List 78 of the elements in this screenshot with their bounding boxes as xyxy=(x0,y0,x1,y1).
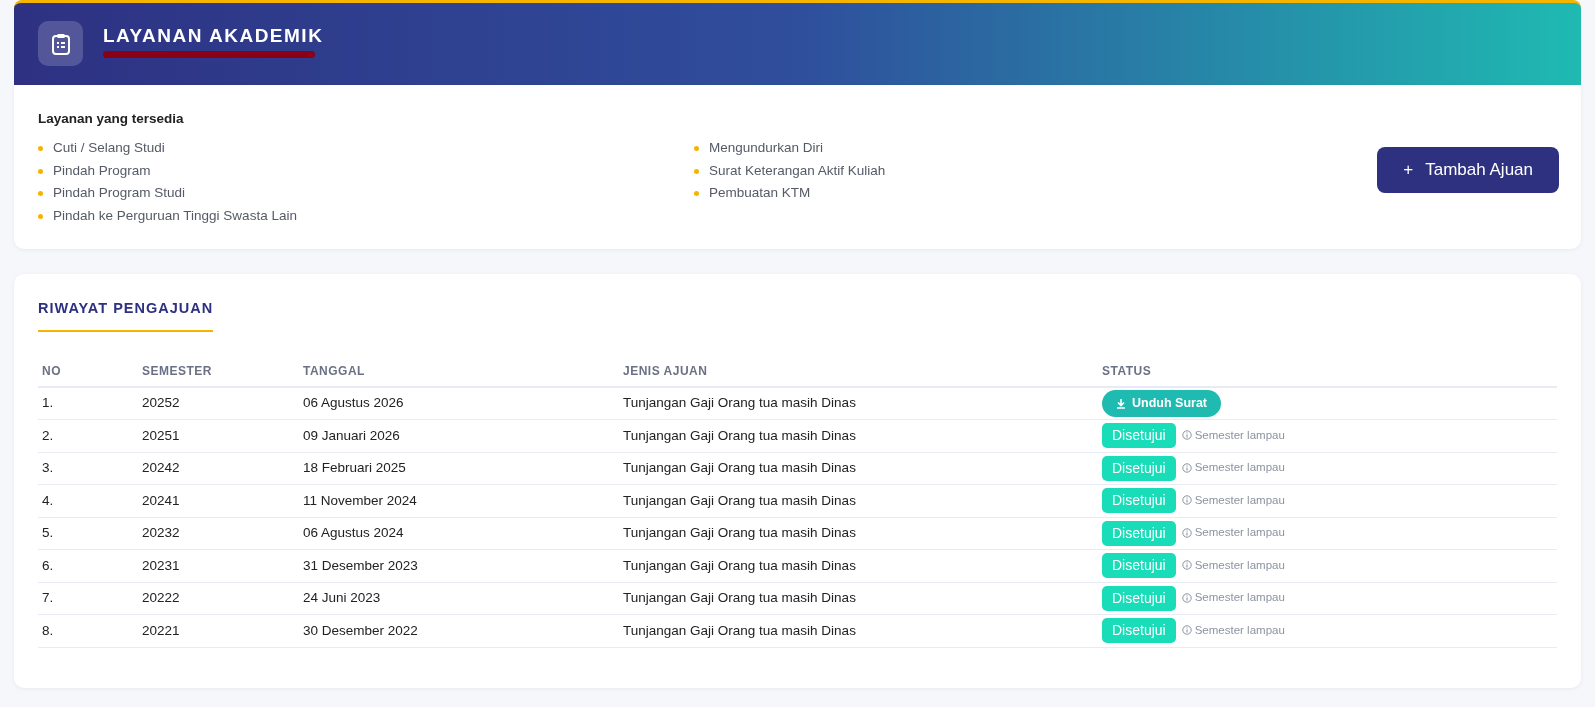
table-cell: 2. xyxy=(42,427,54,443)
table-cell: 7. xyxy=(42,590,54,606)
status-note: Semester lampau xyxy=(1194,590,1285,606)
table-cell: 8. xyxy=(42,622,54,638)
bullet-icon xyxy=(694,146,699,151)
table-cell: 20242 xyxy=(142,460,180,476)
bullet-icon xyxy=(38,168,43,174)
table-cell: Tunjangan Gaji Orang tua masih Dinas xyxy=(623,492,856,508)
table-cell: Tunjangan Gaji Orang tua masih Dinas xyxy=(623,590,856,606)
status-badge: Disetujui xyxy=(1102,585,1176,611)
table-cell: 11 November 2024 xyxy=(303,492,417,508)
table-cell: Tunjangan Gaji Orang tua masih Dinas xyxy=(623,525,856,541)
info-icon xyxy=(1181,560,1192,571)
table-cell: Tunjangan Gaji Orang tua masih Dinas xyxy=(623,622,856,638)
table-cell: Tunjangan Gaji Orang tua masih Dinas xyxy=(623,557,856,573)
status-badge: Disetujui xyxy=(1102,520,1176,546)
table-cell: 20222 xyxy=(142,590,180,606)
table-cell: 4. xyxy=(42,492,54,508)
table-cell: 3. xyxy=(42,460,54,476)
bullet-icon xyxy=(694,168,699,174)
table-cell: 30 Desember 2022 xyxy=(303,622,418,638)
section-title: RIWAYAT PENGAJUAN xyxy=(38,296,214,332)
status-badge: Disetujui xyxy=(1102,553,1176,579)
table-cell: 18 Februari 2025 xyxy=(303,460,406,476)
bullet-icon xyxy=(38,191,43,196)
table-cell: 06 Agustus 2024 xyxy=(303,525,404,541)
info-icon xyxy=(1181,462,1192,473)
table-cell: 1. xyxy=(42,395,54,411)
table-cell: 20231 xyxy=(142,557,180,573)
service-item: Cuti / Selang Studi xyxy=(53,139,165,158)
service-item: Pindah ke Perguruan Tinggi Swasta Lain xyxy=(53,206,297,225)
clipboard-icon xyxy=(38,21,83,66)
table-cell: 31 Desember 2023 xyxy=(303,557,418,573)
status-note: Semester lampau xyxy=(1194,622,1285,638)
status-badge: Disetujui xyxy=(1102,488,1176,514)
download-icon xyxy=(1116,398,1126,409)
table-cell: 06 Agustus 2026 xyxy=(303,395,404,411)
table-cell: 20251 xyxy=(142,427,180,443)
status-note: Semester lampau xyxy=(1194,525,1285,541)
page-title: LAYANAN AKADEMIK xyxy=(103,25,324,48)
service-item: Pembuatan KTM xyxy=(709,184,811,203)
table-cell: 6. xyxy=(42,557,54,573)
table-cell: 09 Januari 2026 xyxy=(303,427,400,443)
table-cell: Tunjangan Gaji Orang tua masih Dinas xyxy=(623,427,856,443)
status-badge: Disetujui xyxy=(1102,618,1176,644)
status-note: Semester lampau xyxy=(1194,427,1285,443)
column-header: JENIS AJUAN xyxy=(619,356,1098,387)
status-badge: Disetujui xyxy=(1102,455,1176,481)
status-note: Semester lampau xyxy=(1194,460,1285,476)
info-icon xyxy=(1181,527,1192,538)
info-icon xyxy=(1181,495,1192,506)
column-header: STATUS xyxy=(1098,356,1557,387)
status-badge: Disetujui xyxy=(1102,423,1176,449)
info-icon xyxy=(1181,430,1192,441)
table-cell: 5. xyxy=(42,525,54,541)
info-icon xyxy=(1181,592,1192,603)
column-header: TANGGAL xyxy=(299,356,619,387)
status-note: Semester lampau xyxy=(1194,557,1285,573)
table-cell: Tunjangan Gaji Orang tua masih Dinas xyxy=(623,460,856,476)
bullet-icon xyxy=(694,191,699,196)
section-heading: Layanan yang tersedia xyxy=(38,110,185,128)
table-cell: 20221 xyxy=(142,622,180,638)
table-cell: Tunjangan Gaji Orang tua masih Dinas xyxy=(623,395,856,411)
info-icon xyxy=(1181,625,1192,636)
service-item: Pindah Program xyxy=(53,161,151,180)
column-header: SEMESTER xyxy=(138,356,299,387)
table-cell: 20252 xyxy=(142,395,180,411)
column-header: NO xyxy=(38,356,138,387)
service-item: Mengundurkan Diri xyxy=(709,139,824,158)
table-cell: 24 Juni 2023 xyxy=(303,590,381,606)
status-note: Semester lampau xyxy=(1194,492,1285,508)
bullet-icon xyxy=(38,146,43,151)
table-cell: 20241 xyxy=(142,492,180,508)
add-request-button[interactable]: + Tambah Ajuan xyxy=(1377,147,1559,193)
service-item: Pindah Program Studi xyxy=(53,184,186,203)
bullet-icon xyxy=(38,213,43,219)
service-item: Surat Keterangan Aktif Kuliah xyxy=(709,161,886,180)
table-cell: 20232 xyxy=(142,525,180,541)
